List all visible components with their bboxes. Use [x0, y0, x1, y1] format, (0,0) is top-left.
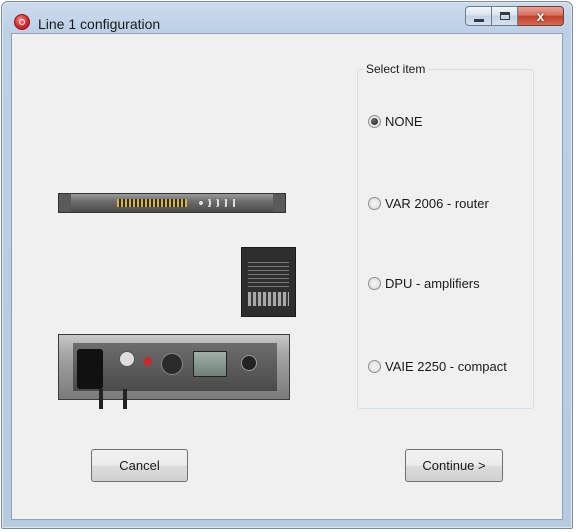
close-icon: x: [536, 8, 545, 24]
close-button[interactable]: x: [518, 6, 564, 26]
select-item-groupbox: Select item NONE VAR 2006 - router DPU -…: [357, 62, 534, 409]
continue-button[interactable]: Continue >: [405, 449, 503, 482]
window-controls: x: [465, 6, 564, 28]
control-knob: [241, 355, 257, 371]
microphone-icon: [77, 349, 103, 389]
rack-ear-right: [273, 194, 285, 212]
jack-cable: [123, 389, 127, 409]
amplifier-panel: [248, 292, 289, 306]
red-indicator: [143, 357, 152, 366]
maximize-icon: [499, 12, 510, 20]
dialog-client-area: Select item NONE VAR 2006 - router DPU -…: [11, 33, 563, 520]
minimize-icon: [473, 18, 484, 22]
minimize-button[interactable]: [465, 6, 492, 26]
dpu-amplifier-image: [241, 247, 296, 317]
radio-option-var-2006-router[interactable]: VAR 2006 - router: [368, 196, 489, 211]
jack-icon: [119, 351, 135, 367]
maximize-button[interactable]: [492, 6, 518, 26]
radio-label[interactable]: VAR 2006 - router: [385, 196, 489, 211]
radio-label[interactable]: VAIE 2250 - compact: [385, 359, 507, 374]
radio-option-none[interactable]: NONE: [368, 114, 423, 129]
var-2006-router-image: [58, 193, 286, 213]
window-title: Line 1 configuration: [38, 16, 161, 32]
mic-cable: [99, 389, 103, 409]
rack-ear-left: [59, 194, 71, 212]
cancel-button[interactable]: Cancel: [91, 449, 188, 482]
radio-label[interactable]: DPU - amplifiers: [385, 276, 480, 291]
router-knobs: [197, 199, 237, 207]
router-led-panel: [117, 199, 187, 207]
radio-button[interactable]: [368, 277, 381, 290]
radio-option-vaie-2250-compact[interactable]: VAIE 2250 - compact: [368, 359, 507, 374]
dialog-window: Line 1 configuration x Select item NONE …: [1, 1, 573, 529]
radio-button[interactable]: [368, 197, 381, 210]
radio-button[interactable]: [368, 115, 381, 128]
radio-label[interactable]: NONE: [385, 114, 423, 129]
radio-button[interactable]: [368, 360, 381, 373]
radio-option-dpu-amplifiers[interactable]: DPU - amplifiers: [368, 276, 480, 291]
vaie-2250-compact-image: [58, 334, 290, 409]
lcd-screen: [193, 351, 227, 377]
groupbox-label: Select item: [363, 62, 429, 76]
app-icon: [14, 14, 30, 30]
speaker-grill: [248, 262, 289, 288]
volume-dial: [161, 353, 183, 375]
